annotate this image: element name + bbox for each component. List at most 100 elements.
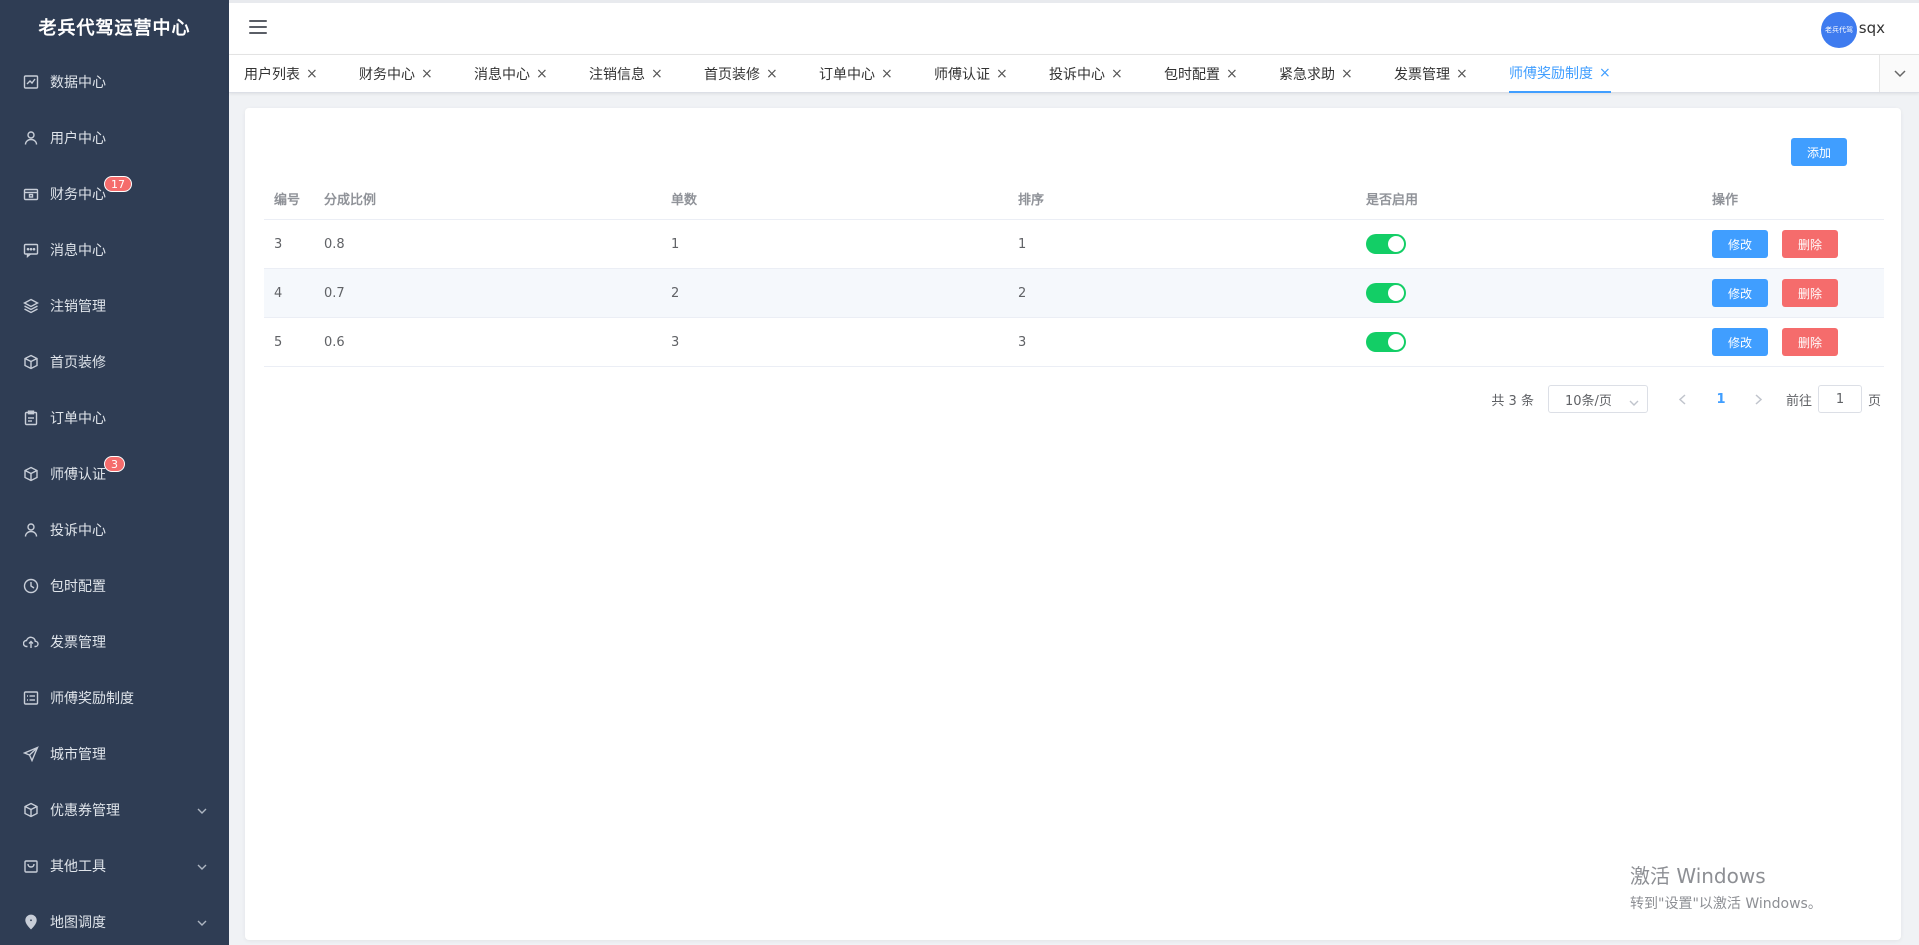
tab[interactable]: 紧急求助 × bbox=[1279, 55, 1353, 93]
sidebar-item[interactable]: 投诉中心 bbox=[0, 502, 229, 558]
close-icon[interactable]: × bbox=[1456, 66, 1468, 82]
sidebar-item[interactable]: 包时配置 bbox=[0, 558, 229, 614]
table-cell: 2 bbox=[671, 285, 680, 301]
tab[interactable]: 包时配置 × bbox=[1164, 55, 1238, 93]
username[interactable]: sqx bbox=[1859, 19, 1885, 37]
sidebar-item[interactable]: 财务中心 17 bbox=[0, 166, 229, 222]
prev-page-button[interactable] bbox=[1668, 385, 1698, 413]
box-icon bbox=[22, 465, 40, 483]
tab[interactable]: 师傅认证 × bbox=[934, 55, 1008, 93]
next-page-button[interactable] bbox=[1744, 385, 1774, 413]
sidebar-item-label: 其他工具 bbox=[50, 859, 106, 875]
edit-button[interactable]: 修改 bbox=[1712, 328, 1768, 356]
tab-label: 订单中心 bbox=[819, 67, 875, 83]
tab[interactable]: 消息中心 × bbox=[474, 55, 548, 93]
close-icon[interactable]: × bbox=[651, 66, 663, 82]
sidebar-item[interactable]: 师傅认证 3 bbox=[0, 446, 229, 502]
sidebar-item[interactable]: 用户中心 bbox=[0, 110, 229, 166]
sidebar-item-label: 发票管理 bbox=[50, 635, 106, 651]
enabled-toggle[interactable] bbox=[1366, 234, 1406, 254]
sidebar-item[interactable]: 数据中心 bbox=[0, 54, 229, 110]
clipboard-icon bbox=[22, 409, 40, 427]
table-cell: 1 bbox=[1018, 236, 1027, 252]
sidebar-item[interactable]: 发票管理 bbox=[0, 614, 229, 670]
close-icon[interactable]: × bbox=[306, 66, 318, 82]
tab[interactable]: 用户列表 × bbox=[244, 55, 318, 93]
close-icon[interactable]: × bbox=[996, 66, 1008, 82]
content-card: 添加 编号 分成比例 单数 排序 是否启用 操作 3 0.8 1 1 修改 删除 4 0.7 2… bbox=[245, 108, 1901, 940]
close-icon[interactable]: × bbox=[1341, 66, 1353, 82]
table-cell bbox=[1366, 318, 1406, 366]
goto-page-input[interactable] bbox=[1817, 385, 1862, 413]
page-size-value: 10条/页 bbox=[1564, 393, 1612, 409]
enabled-toggle[interactable] bbox=[1366, 332, 1406, 352]
sidebar-item[interactable]: 师傅奖励制度 bbox=[0, 670, 229, 726]
table-cell bbox=[1366, 220, 1406, 268]
menu-toggle-icon[interactable] bbox=[249, 20, 267, 36]
goto-label: 前往 bbox=[1785, 393, 1812, 409]
send-icon bbox=[22, 745, 40, 763]
edit-button[interactable]: 修改 bbox=[1712, 230, 1768, 258]
edit-button[interactable]: 修改 bbox=[1712, 279, 1768, 307]
table-cell: 3 bbox=[274, 236, 283, 252]
tab-label: 师傅奖励制度 bbox=[1509, 66, 1593, 82]
sidebar-item-label: 投诉中心 bbox=[50, 523, 106, 539]
user-icon bbox=[22, 521, 40, 539]
close-icon[interactable]: × bbox=[1226, 66, 1238, 82]
close-icon[interactable]: × bbox=[536, 66, 548, 82]
sidebar-item[interactable]: 其他工具 bbox=[0, 838, 229, 894]
chart-icon bbox=[22, 73, 40, 91]
enabled-toggle[interactable] bbox=[1366, 283, 1406, 303]
cloud-upload-icon bbox=[22, 633, 40, 651]
bag-icon bbox=[22, 857, 40, 875]
sidebar-item[interactable]: 城市管理 bbox=[0, 726, 229, 782]
header: 老兵代驾 sqx bbox=[229, 0, 1919, 55]
sidebar-item-label: 优惠券管理 bbox=[50, 803, 120, 819]
close-icon[interactable]: × bbox=[881, 66, 893, 82]
tab[interactable]: 订单中心 × bbox=[819, 55, 893, 93]
sidebar-item[interactable]: 地图调度 bbox=[0, 894, 229, 945]
delete-button[interactable]: 删除 bbox=[1782, 328, 1838, 356]
delete-button[interactable]: 删除 bbox=[1782, 279, 1838, 307]
layers-icon bbox=[22, 297, 40, 315]
sidebar-item[interactable]: 订单中心 bbox=[0, 390, 229, 446]
actions-cell: 修改 删除 bbox=[1712, 220, 1852, 268]
tab-label: 师傅认证 bbox=[934, 67, 990, 83]
column-header: 单数 bbox=[671, 193, 698, 208]
close-icon[interactable]: × bbox=[1599, 65, 1611, 81]
table-cell: 4 bbox=[274, 285, 283, 301]
chevron-down-icon[interactable] bbox=[1879, 55, 1919, 92]
close-icon[interactable]: × bbox=[1111, 66, 1123, 82]
app-title: 老兵代驾运营中心 bbox=[38, 18, 191, 39]
tab[interactable]: 首页装修 × bbox=[704, 55, 778, 93]
column-header: 操作 bbox=[1712, 193, 1739, 208]
close-icon[interactable]: × bbox=[766, 66, 778, 82]
tab[interactable]: 发票管理 × bbox=[1394, 55, 1468, 93]
user-icon bbox=[22, 129, 40, 147]
table-cell bbox=[1366, 269, 1406, 317]
sidebar-item[interactable]: 注销管理 bbox=[0, 278, 229, 334]
page-size-select[interactable]: 10条/页 bbox=[1547, 385, 1648, 413]
tab[interactable]: 财务中心 × bbox=[359, 55, 433, 93]
sidebar-item[interactable]: 首页装修 bbox=[0, 334, 229, 390]
sidebar-item-label: 包时配置 bbox=[50, 579, 106, 595]
tab[interactable]: 投诉中心 × bbox=[1049, 55, 1123, 93]
sidebar-item-label: 师傅奖励制度 bbox=[50, 691, 134, 707]
table-row: 5 0.6 3 3 修改 删除 bbox=[264, 318, 1884, 367]
add-button[interactable]: 添加 bbox=[1791, 138, 1847, 166]
sidebar-item[interactable]: 消息中心 bbox=[0, 222, 229, 278]
sidebar-item[interactable]: 优惠券管理 bbox=[0, 782, 229, 838]
sidebar-item-label: 首页装修 bbox=[50, 355, 106, 371]
column-header: 排序 bbox=[1018, 193, 1045, 208]
sidebar-item-label: 订单中心 bbox=[50, 411, 106, 427]
tab[interactable]: 注销信息 × bbox=[589, 55, 663, 93]
close-icon[interactable]: × bbox=[421, 66, 433, 82]
table-cell: 0.6 bbox=[324, 334, 345, 350]
sidebar-item-label: 地图调度 bbox=[50, 915, 106, 931]
clock-icon bbox=[22, 577, 40, 595]
delete-button[interactable]: 删除 bbox=[1782, 230, 1838, 258]
avatar[interactable]: 老兵代驾 bbox=[1821, 12, 1857, 48]
tab[interactable]: 师傅奖励制度 × bbox=[1509, 55, 1611, 93]
tab-label: 财务中心 bbox=[359, 67, 415, 83]
page-number[interactable]: 1 bbox=[1706, 392, 1736, 407]
